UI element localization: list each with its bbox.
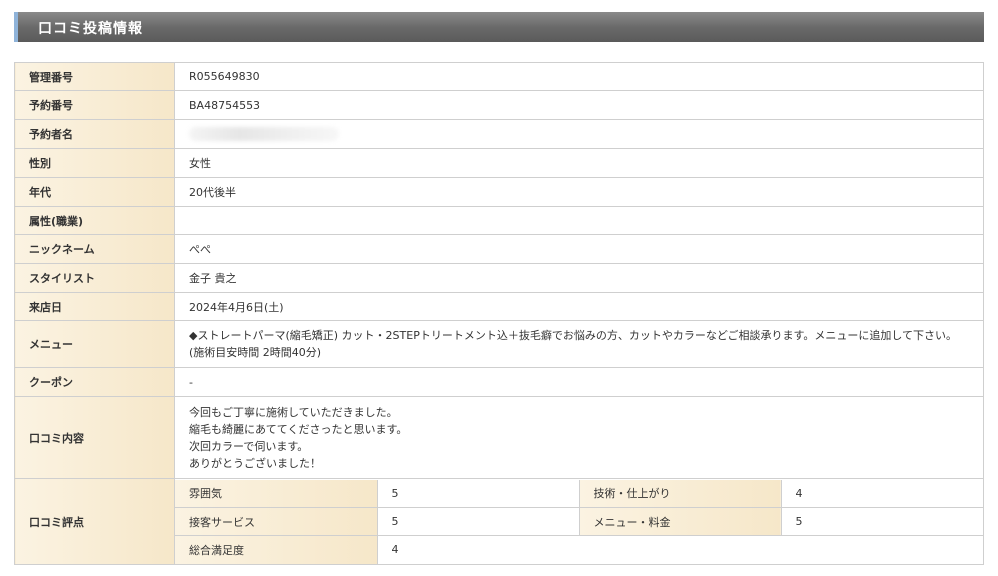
section-title: 口コミ投稿情報 xyxy=(38,21,143,37)
reserver-name-label: 予約者名 xyxy=(14,119,175,149)
coupon-value: - xyxy=(174,367,984,397)
review-line: ありがとうございました！ xyxy=(189,456,321,470)
redacted-name xyxy=(189,127,339,141)
review-label: 口コミ内容 xyxy=(14,396,175,479)
table-row: 来店日 2024年4月6日(土) xyxy=(14,292,984,321)
section-header: 口コミ投稿情報 xyxy=(14,12,984,42)
stylist-value: 金子 貴之 xyxy=(174,263,984,293)
service-value: 5 xyxy=(376,507,580,536)
review-line: 次回カラーで伺います。 xyxy=(189,439,309,453)
stylist-label: スタイリスト xyxy=(14,263,175,293)
review-value: 今回もご丁寧に施術していただきました。 縮毛も綺麗にあててくださったと思います。… xyxy=(174,396,984,479)
technique-value: 4 xyxy=(780,479,983,508)
management-no-value: R055649830 xyxy=(174,62,984,91)
table-row: 予約者名 xyxy=(14,119,984,149)
nickname-value: ぺぺ xyxy=(174,234,984,264)
menu-price-value: 5 xyxy=(780,507,983,536)
menu-value: ◆ストレートパーマ(縮毛矯正) カット・2STEPトリートメント込＋抜毛癖でお悩… xyxy=(174,320,984,368)
technique-label: 技術・仕上がり xyxy=(578,479,782,508)
table-row: 年代 20代後半 xyxy=(14,177,984,207)
rating-label: 口コミ評点 xyxy=(14,478,175,565)
table-row: メニュー ◆ストレートパーマ(縮毛矯正) カット・2STEPトリートメント込＋抜… xyxy=(14,320,984,368)
menu-line: ◆ストレートパーマ(縮毛矯正) カット・2STEPトリートメント込＋抜毛癖でお悩… xyxy=(189,329,958,342)
review-info-table: 管理番号 R055649830 予約番号 BA48754553 予約者名 性別 … xyxy=(14,62,984,565)
service-label: 接客サービス xyxy=(175,507,378,536)
occupation-value xyxy=(174,206,984,235)
coupon-label: クーポン xyxy=(14,367,175,397)
table-row: 性別 女性 xyxy=(14,148,984,178)
occupation-label: 属性(職業) xyxy=(14,206,175,235)
gender-label: 性別 xyxy=(14,148,175,178)
rating-row: 総合満足度 4 xyxy=(175,535,983,564)
menu-label: メニュー xyxy=(14,320,175,368)
gender-value: 女性 xyxy=(174,148,984,178)
table-row: 属性(職業) xyxy=(14,206,984,235)
menu-price-label: メニュー・料金 xyxy=(578,507,782,536)
atmosphere-label: 雰囲気 xyxy=(175,479,378,508)
management-no-label: 管理番号 xyxy=(14,62,175,91)
rating-table: 雰囲気 5 技術・仕上がり 4 接客サービス 5 メニュー・料金 5 総合満足度… xyxy=(175,479,983,564)
review-line: 縮毛も綺麗にあててくださったと思います。 xyxy=(189,422,408,436)
age-label: 年代 xyxy=(14,177,175,207)
reservation-no-label: 予約番号 xyxy=(14,90,175,120)
table-row: スタイリスト 金子 貴之 xyxy=(14,263,984,293)
header-accent-bar xyxy=(14,12,18,42)
visit-date-value: 2024年4月6日(土) xyxy=(174,292,984,321)
table-row: 管理番号 R055649830 xyxy=(14,62,984,91)
reserver-name-value xyxy=(174,119,984,149)
table-row: 予約番号 BA48754553 xyxy=(14,90,984,120)
visit-date-label: 来店日 xyxy=(14,292,175,321)
table-row: ニックネーム ぺぺ xyxy=(14,234,984,264)
table-row: 口コミ内容 今回もご丁寧に施術していただきました。 縮毛も綺麗にあててくださった… xyxy=(14,396,984,479)
rating-row: 雰囲気 5 技術・仕上がり 4 xyxy=(175,479,983,508)
rating-cell: 雰囲気 5 技術・仕上がり 4 接客サービス 5 メニュー・料金 5 総合満足度… xyxy=(174,478,984,565)
age-value: 20代後半 xyxy=(174,177,984,207)
rating-row: 接客サービス 5 メニュー・料金 5 xyxy=(175,507,983,536)
atmosphere-value: 5 xyxy=(376,479,580,508)
table-row: 口コミ評点 雰囲気 5 技術・仕上がり 4 接客サービス 5 メニュー・料金 5… xyxy=(14,478,984,565)
review-line: 今回もご丁寧に施術していただきました。 xyxy=(189,405,398,419)
overall-value: 4 xyxy=(376,535,983,564)
table-row: クーポン - xyxy=(14,367,984,397)
menu-duration: (施術目安時間 2時間40分) xyxy=(189,346,322,359)
nickname-label: ニックネーム xyxy=(14,234,175,264)
overall-label: 総合満足度 xyxy=(175,535,378,564)
reservation-no-value: BA48754553 xyxy=(174,90,984,120)
